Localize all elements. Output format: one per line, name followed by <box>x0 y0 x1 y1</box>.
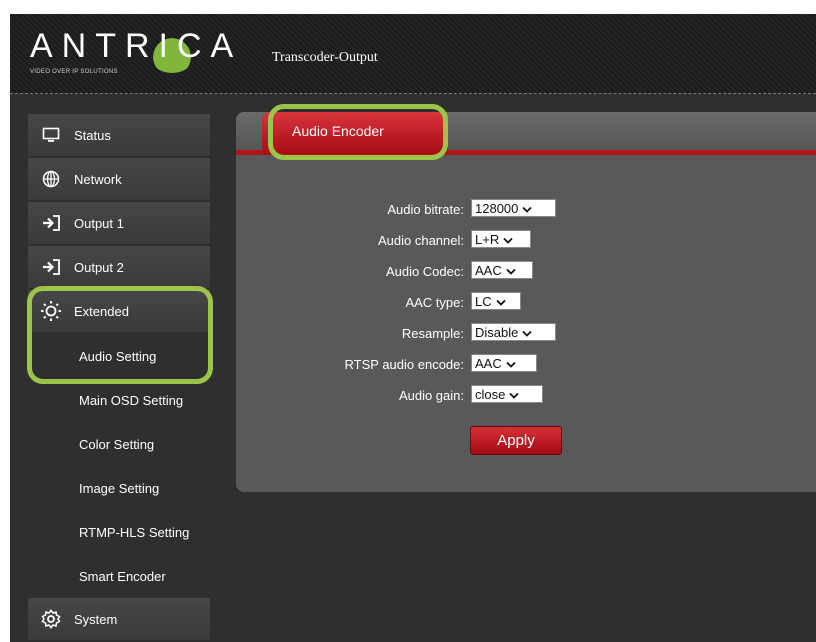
logo-text: ANTRICA <box>30 27 243 65</box>
select-value: Disable <box>475 324 519 340</box>
select-value: close <box>475 386 506 402</box>
audio-channel-select[interactable]: L+R <box>471 230 531 248</box>
sidebar-subitem-label: Color Setting <box>79 436 155 452</box>
chevron-down-icon <box>503 232 513 247</box>
logo-tagline: VIDEO OVER IP SOLUTIONS <box>30 69 118 75</box>
audio-gain-select[interactable]: close <box>471 385 543 403</box>
select-value: AAC <box>475 355 502 371</box>
globe-icon <box>40 168 62 190</box>
chevron-down-icon <box>495 294 506 309</box>
sidebar-item-label: Output 1 <box>74 215 124 231</box>
form-label: Audio bitrate: <box>387 202 464 217</box>
form-label: Audio Codec: <box>385 264 464 279</box>
form-label: Resample: <box>401 326 464 341</box>
sidebar-item-output-2[interactable]: Output 2 <box>28 246 210 288</box>
form-label: Audio gain: <box>398 388 464 403</box>
form-label: AAC type: <box>405 295 464 310</box>
sidebar-subitem-label: Image Setting <box>79 480 160 496</box>
header-divider <box>10 93 816 94</box>
sidebar-item-system[interactable]: System <box>28 598 210 640</box>
sidebar-item-status[interactable]: Status <box>28 114 210 156</box>
page-title: Transcoder-Output <box>272 50 378 65</box>
select-value: LC <box>475 293 492 309</box>
sidebar-subitem-label: RTMP-HLS Setting <box>79 524 190 540</box>
app-window: ANTRICA VIDEO OVER IP SOLUTIONS Transcod… <box>10 14 816 642</box>
chevron-down-icon <box>509 387 519 402</box>
form-row-audio-codec: Audio Codec: AAC <box>236 261 816 283</box>
sidebar-item-output-1[interactable]: Output 1 <box>28 202 210 244</box>
sidebar-subitem-label: Smart Encoder <box>79 568 166 584</box>
apply-button[interactable]: Apply <box>470 426 562 455</box>
sidebar-subitem-rtmp-hls-setting[interactable]: RTMP-HLS Setting <box>28 510 210 554</box>
sidebar-subitem-label: Main OSD Setting <box>79 392 184 408</box>
highlight-tab <box>268 104 448 160</box>
highlight-extended <box>27 286 213 384</box>
select-value: AAC <box>475 262 502 278</box>
sidebar-item-network[interactable]: Network <box>28 158 210 200</box>
sidebar-subitem-smart-encoder[interactable]: Smart Encoder <box>28 554 210 598</box>
chevron-down-icon <box>506 356 516 371</box>
chevron-down-icon <box>522 201 533 216</box>
form-row-audio-bitrate: Audio bitrate: 128000 <box>236 199 816 221</box>
audio-encoder-panel: Audio Encoder Audio bitrate: 128000 Audi… <box>236 112 816 492</box>
select-value: 128000 <box>475 200 519 216</box>
form-row-audio-channel: Audio channel: L+R <box>236 230 816 252</box>
audio-bitrate-select[interactable]: 128000 <box>471 199 556 217</box>
form-row-aac-type: AAC type: LC <box>236 292 816 314</box>
sidebar-item-label: System <box>74 611 118 627</box>
form-row-resample: Resample: Disable <box>236 323 816 345</box>
gear-icon <box>40 608 62 630</box>
sidebar-subitem-image-setting[interactable]: Image Setting <box>28 466 210 510</box>
sidebar-subitem-color-setting[interactable]: Color Setting <box>28 422 210 466</box>
sidebar-item-label: Status <box>74 127 111 143</box>
arrow-in-icon <box>40 212 62 234</box>
form-label: Audio channel: <box>377 233 464 248</box>
chevron-down-icon <box>506 263 516 278</box>
audio-codec-select[interactable]: AAC <box>471 261 533 279</box>
monitor-icon <box>40 124 62 146</box>
form-label: RTSP audio encode: <box>344 357 465 372</box>
header: ANTRICA VIDEO OVER IP SOLUTIONS Transcod… <box>10 14 816 94</box>
chevron-down-icon <box>522 325 532 340</box>
arrow-in-icon <box>40 256 62 278</box>
sidebar-subitem-main-osd-setting[interactable]: Main OSD Setting <box>28 378 210 422</box>
resample-select[interactable]: Disable <box>471 323 556 341</box>
aac-type-select[interactable]: LC <box>471 292 521 310</box>
select-value: L+R <box>475 231 500 247</box>
logo: ANTRICA VIDEO OVER IP SOLUTIONS <box>30 27 240 77</box>
form-row-audio-gain: Audio gain: close <box>236 385 816 407</box>
rtsp-audio-encode-select[interactable]: AAC <box>471 354 537 372</box>
sidebar-item-label: Output 2 <box>74 259 124 275</box>
sidebar-item-label: Network <box>74 171 122 187</box>
form-row-rtsp-audio-encode: RTSP audio encode: AAC <box>236 354 816 376</box>
